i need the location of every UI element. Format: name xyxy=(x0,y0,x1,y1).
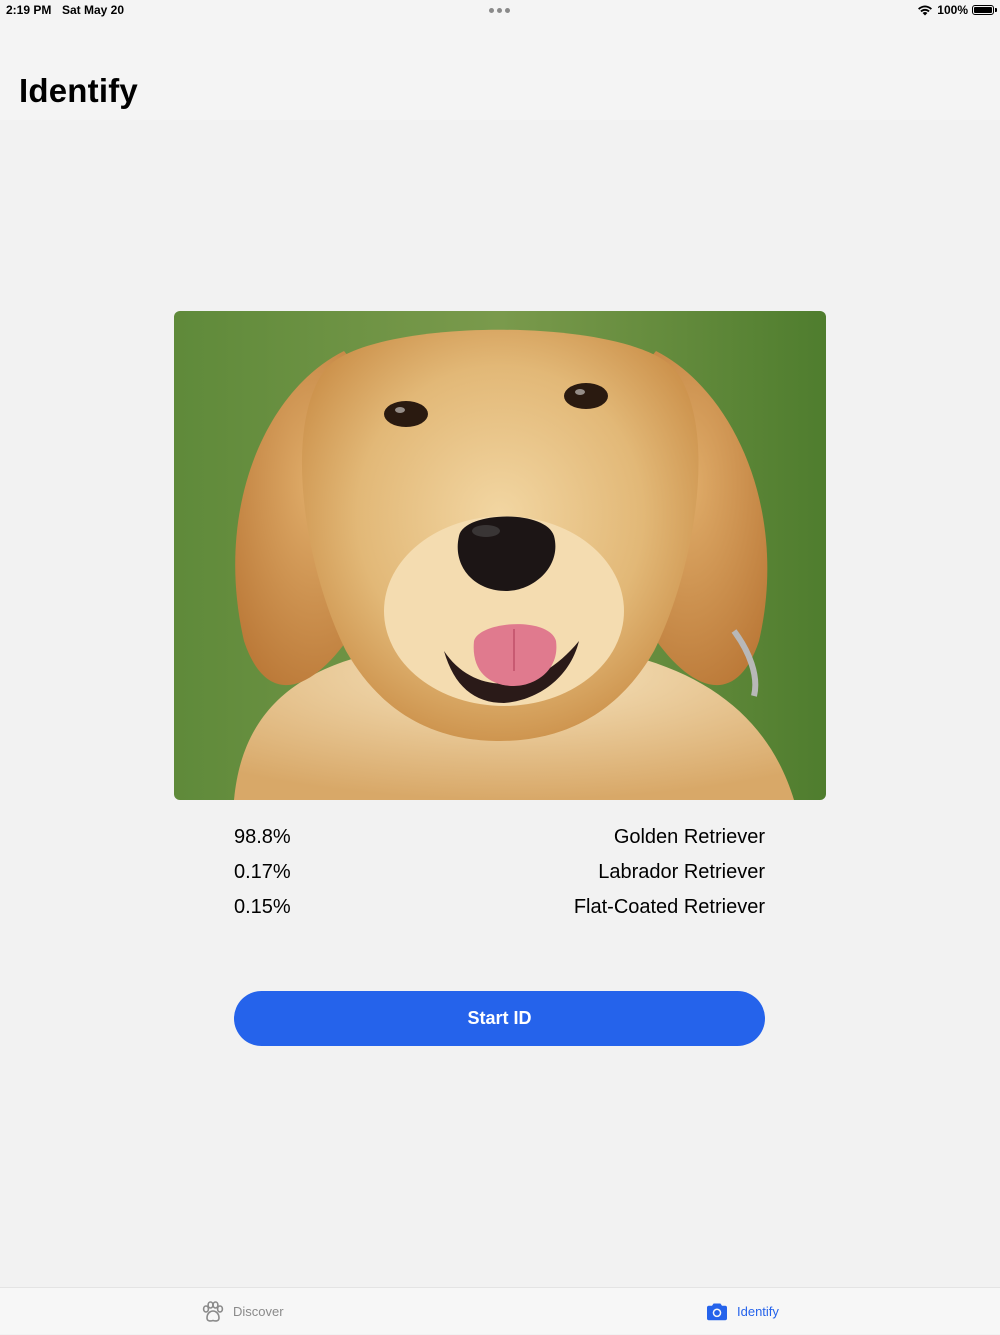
tab-discover-label: Discover xyxy=(233,1304,284,1319)
status-date: Sat May 20 xyxy=(62,3,125,17)
result-row: 0.15% Flat-Coated Retriever xyxy=(234,890,765,925)
tab-identify[interactable]: Identify xyxy=(705,1288,779,1335)
result-breed: Golden Retriever xyxy=(613,826,765,848)
camera-icon xyxy=(707,1303,727,1320)
dog-photo xyxy=(174,311,826,800)
result-row: 98.8% Golden Retriever xyxy=(234,820,765,855)
battery-icon xyxy=(972,5,997,15)
battery-percent: 100% xyxy=(937,3,968,17)
result-percent: 98.8% xyxy=(234,826,291,848)
status-bar: 2:19 PM Sat May 20 100% xyxy=(0,0,1000,22)
result-breed: Labrador Retriever xyxy=(598,861,765,883)
page-title: Identify xyxy=(19,72,138,109)
result-percent: 0.15% xyxy=(234,896,291,918)
status-time: 2:19 PM xyxy=(6,3,52,17)
status-right: 100% xyxy=(917,3,997,17)
dog-photo-image xyxy=(174,311,826,800)
wifi-icon xyxy=(918,5,933,16)
navigation-bar: Identify xyxy=(0,22,1000,120)
multitasking-dots-icon[interactable] xyxy=(489,8,510,13)
result-breed: Flat-Coated Retriever xyxy=(573,896,765,918)
paw-icon xyxy=(202,1300,224,1322)
tab-bar: Discover Identify xyxy=(0,1287,1000,1334)
results-list: 98.8% Golden Retriever 0.17% Labrador Re… xyxy=(234,820,765,925)
tab-discover[interactable]: Discover xyxy=(201,1288,284,1335)
result-percent: 0.17% xyxy=(234,861,291,883)
start-id-button[interactable]: Start ID xyxy=(234,991,765,1046)
tab-identify-label: Identify xyxy=(737,1304,779,1319)
result-row: 0.17% Labrador Retriever xyxy=(234,855,765,890)
